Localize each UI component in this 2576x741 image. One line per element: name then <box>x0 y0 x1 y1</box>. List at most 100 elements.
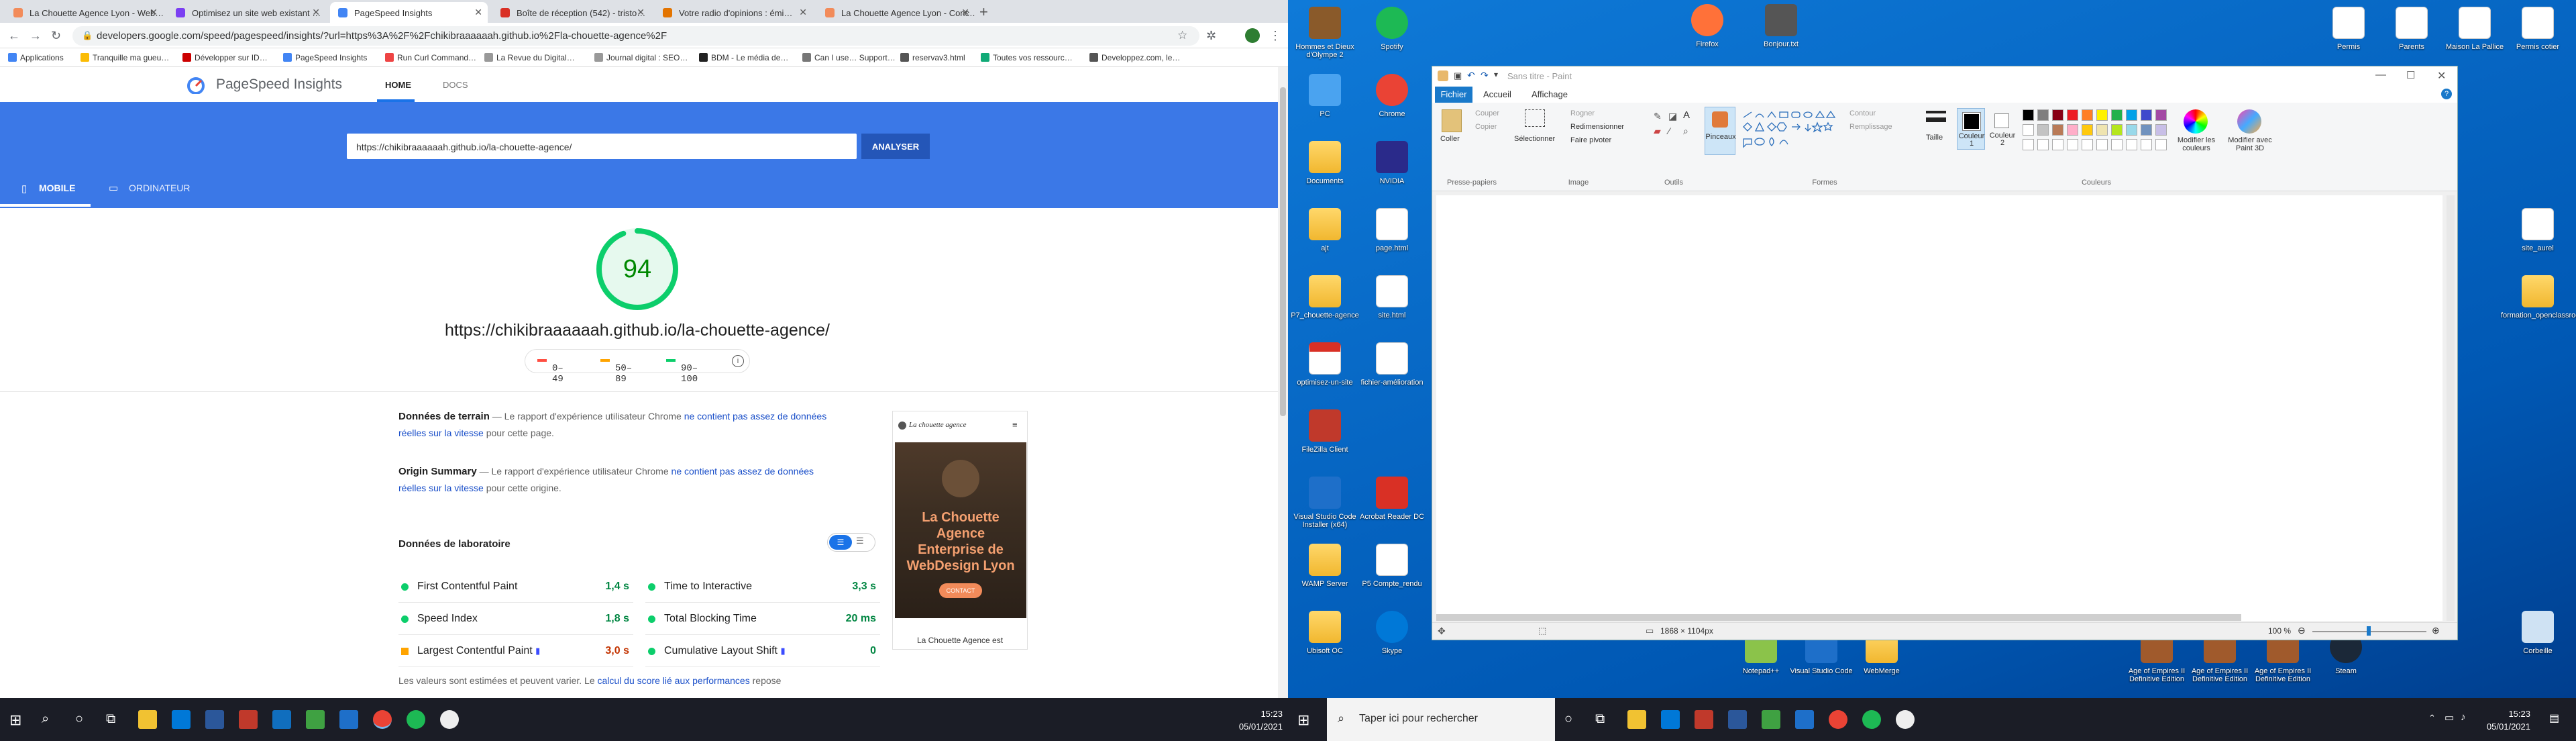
star-icon[interactable]: ☆ <box>1177 29 1187 42</box>
origin-summary-link[interactable]: ne contient pas assez de données <box>672 466 814 477</box>
desktop-icon[interactable]: Documents <box>1288 141 1362 185</box>
bookmark[interactable]: Run Curl Command… <box>385 53 476 62</box>
palette-swatch[interactable] <box>2096 124 2108 136</box>
close-icon[interactable]: ✕ <box>799 7 807 18</box>
desktop-icon[interactable]: Permis cotier <box>2501 7 2575 51</box>
size-button[interactable]: Taille <box>1926 134 1943 142</box>
grid-view-icon[interactable]: ☰ <box>829 535 852 550</box>
spotify-icon[interactable] <box>407 710 425 729</box>
bookmark[interactable]: Can I use… Support… <box>802 53 896 62</box>
desktop-icon[interactable]: PC <box>1288 74 1362 118</box>
info-icon[interactable]: i <box>732 355 744 367</box>
mail-icon[interactable] <box>1661 710 1680 729</box>
minimize-icon[interactable]: — <box>2375 69 2386 81</box>
desktop-icon[interactable]: NVIDIA <box>1355 141 1429 185</box>
desktop-icon[interactable]: Acrobat Reader DC <box>1355 477 1429 521</box>
analyze-button[interactable]: ANALYSER <box>861 134 930 159</box>
palette-swatch[interactable] <box>2067 109 2078 121</box>
outline-dropdown[interactable]: Contour <box>1849 109 1876 117</box>
bookmark[interactable]: Toutes vos ressourc… <box>981 53 1073 62</box>
url-bar[interactable]: 🔒 developers.google.com/speed/pagespeed/… <box>72 26 1199 46</box>
palette-swatch[interactable] <box>2082 124 2093 136</box>
custom-color-swatch[interactable] <box>2111 139 2123 150</box>
desktop-icon[interactable]: FileZilla Client <box>1288 409 1362 454</box>
desktop-icon[interactable]: P5 Compte_rendu <box>1355 544 1429 588</box>
outlook-icon[interactable] <box>272 710 291 729</box>
desktop-icon[interactable]: optimisez-un-site <box>1288 342 1362 387</box>
desktop-icon[interactable]: Corbeille <box>2501 611 2575 655</box>
text-icon[interactable]: A <box>1683 109 1690 121</box>
crop-button[interactable]: Rogner <box>1570 109 1595 117</box>
zoom-in-icon[interactable]: ⊕ <box>2432 625 2440 636</box>
avatar[interactable] <box>1245 28 1260 43</box>
word-icon[interactable] <box>1728 710 1747 729</box>
word-icon[interactable] <box>205 710 224 729</box>
view-toggle[interactable]: ☰ ☰ <box>827 533 875 552</box>
edit-colors-icon[interactable] <box>2184 109 2208 134</box>
reload-icon[interactable]: ↻ <box>51 29 61 43</box>
scrollbar-thumb[interactable] <box>1280 87 1286 416</box>
cortana-icon[interactable]: ○ <box>75 711 83 727</box>
fill-dropdown[interactable]: Remplissage <box>1849 123 1892 131</box>
bookmark[interactable]: PageSpeed Insights <box>283 53 367 62</box>
desktop-icon[interactable]: Chrome <box>1355 74 1429 118</box>
palette-swatch[interactable] <box>2052 124 2063 136</box>
bookmark[interactable]: Applications <box>8 53 64 62</box>
copy-button[interactable]: Copier <box>1475 123 1497 131</box>
desktop-icon[interactable]: Visual Studio Code Installer (x64) <box>1288 477 1362 529</box>
bookmark[interactable]: La Revue du Digital… <box>484 53 575 62</box>
app-icon[interactable] <box>1896 710 1915 729</box>
footnote-link[interactable]: calcul du score lié aux performances <box>598 675 750 686</box>
clock[interactable]: 15:23 05/01/2021 <box>1228 707 1283 733</box>
palette-swatch[interactable] <box>2067 124 2078 136</box>
app-icon[interactable] <box>440 710 459 729</box>
file-explorer-icon[interactable] <box>138 710 157 729</box>
extensions-icon[interactable]: ✲ <box>1206 29 1216 43</box>
spotify-icon[interactable] <box>1862 710 1881 729</box>
task-view-icon[interactable]: ⧉ <box>106 711 115 727</box>
palette-swatch[interactable] <box>2023 124 2034 136</box>
desktop-icon[interactable]: site.html <box>1355 275 1429 319</box>
bookmark[interactable]: reservav3.html <box>900 53 965 62</box>
vscode-icon[interactable] <box>339 710 358 729</box>
file-explorer-icon[interactable] <box>1627 710 1646 729</box>
menu-icon[interactable]: ⋮ <box>1269 29 1281 43</box>
palette-swatch[interactable] <box>2141 124 2152 136</box>
forward-icon[interactable]: → <box>30 29 42 43</box>
desktop-icon[interactable]: Skype <box>1355 611 1429 655</box>
cortana-icon[interactable]: ○ <box>1564 711 1572 727</box>
resize-button[interactable]: Redimensionner <box>1570 123 1624 131</box>
browser-tab[interactable]: Votre radio d'opinions : émi… ✕ <box>655 2 812 23</box>
palette-swatch[interactable] <box>2126 109 2137 121</box>
palette-swatch[interactable] <box>2096 109 2108 121</box>
save-icon[interactable]: ▣ <box>1454 70 1462 81</box>
browser-tab[interactable]: Boîte de réception (542) - tristo… ✕ <box>492 2 650 23</box>
desktop-icon[interactable]: WAMP Server <box>1288 544 1362 588</box>
palette-swatch[interactable] <box>2155 124 2167 136</box>
windows-start-icon[interactable]: ⊞ <box>1297 711 1309 729</box>
color-picker-icon[interactable]: ⁄ <box>1668 126 1670 136</box>
zoom-out-icon[interactable]: ⊖ <box>2298 625 2306 636</box>
palette-swatch[interactable] <box>2023 109 2034 121</box>
redo-icon[interactable]: ↷ <box>1481 70 1489 81</box>
tab-desktop[interactable]: ORDINATEUR <box>129 183 191 193</box>
palette-swatch[interactable] <box>2037 109 2049 121</box>
task-view-icon[interactable]: ⧉ <box>1595 711 1605 727</box>
custom-color-swatch[interactable] <box>2141 139 2152 150</box>
palette-swatch[interactable] <box>2141 109 2152 121</box>
url-input[interactable]: https://chikibraaaaaah.github.io/la-chou… <box>347 134 857 159</box>
tab-home[interactable]: Accueil <box>1483 89 1511 99</box>
chrome-icon[interactable] <box>373 710 392 729</box>
lock-icon[interactable]: 🔒 <box>82 30 93 41</box>
tab-file[interactable]: Fichier <box>1435 87 1472 103</box>
custom-color-swatch[interactable] <box>2052 139 2063 150</box>
close-icon[interactable]: ✕ <box>150 7 158 18</box>
chrome-icon[interactable] <box>1829 710 1847 729</box>
bookmark[interactable]: Developpez.com, le… <box>1089 53 1180 62</box>
palette-swatch[interactable] <box>2052 109 2063 121</box>
browser-tab[interactable]: La Chouette Agence Lyon - Conc… ✕ <box>817 2 975 23</box>
paste-button[interactable]: Coller <box>1440 135 1460 143</box>
select-icon[interactable] <box>1525 109 1545 127</box>
paint3d-button[interactable]: Modifier avec Paint 3D <box>2226 136 2273 152</box>
horizontal-scrollbar[interactable] <box>1436 614 2241 621</box>
